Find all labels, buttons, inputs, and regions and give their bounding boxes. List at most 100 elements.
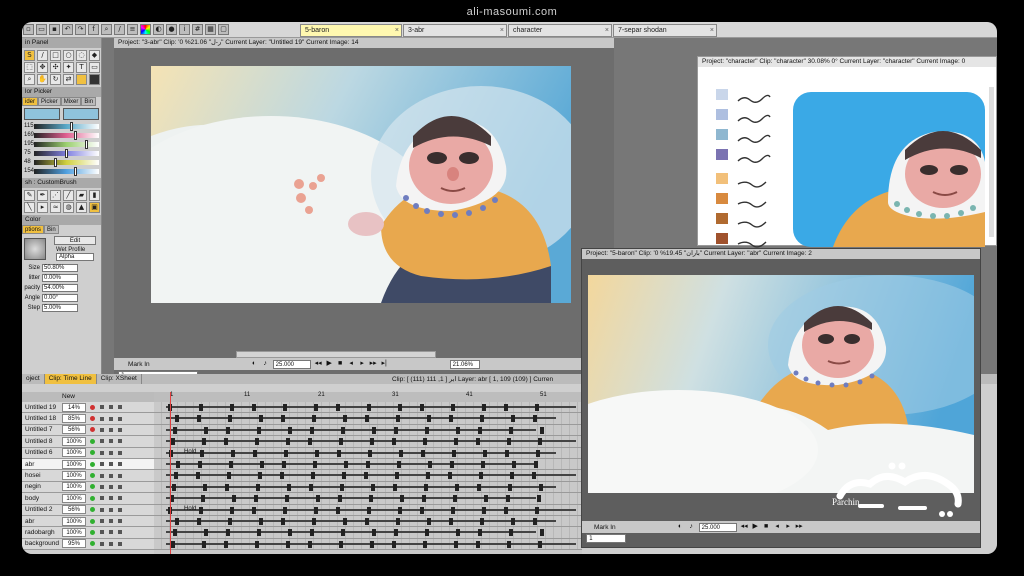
previous-color-swatch[interactable] xyxy=(63,108,99,120)
layer-stencil-icon[interactable] xyxy=(118,427,122,432)
keyframe[interactable] xyxy=(365,415,369,423)
slider-track[interactable] xyxy=(34,130,99,140)
layer-lock-icon[interactable] xyxy=(100,496,104,501)
zoom-input[interactable]: 21.06% xyxy=(449,359,480,369)
preview-next-frame-icon[interactable]: ▸ xyxy=(784,523,793,532)
keyframe[interactable] xyxy=(366,460,370,468)
keyframe[interactable] xyxy=(310,426,314,434)
color-slider[interactable]: 115 xyxy=(24,121,99,131)
layer-track[interactable] xyxy=(154,424,582,437)
reference-scrollbar[interactable] xyxy=(989,87,994,237)
layer-track[interactable] xyxy=(154,538,582,551)
keyframe[interactable] xyxy=(308,540,312,548)
frame-ruler[interactable]: 1 11 21 31 41 51 xyxy=(154,392,582,402)
color-swatch[interactable] xyxy=(716,89,728,100)
keyframe[interactable] xyxy=(199,506,203,514)
keyframe[interactable] xyxy=(313,460,317,468)
redo-icon[interactable]: ↷ xyxy=(75,24,86,35)
layer-track[interactable] xyxy=(154,413,582,425)
layer-light-icon[interactable] xyxy=(90,450,95,456)
next-frame-icon[interactable]: ▸ xyxy=(358,360,367,369)
keyframe[interactable] xyxy=(283,404,287,411)
keyframe[interactable] xyxy=(200,449,204,457)
layer-lock-icon[interactable] xyxy=(100,484,104,489)
color-slider[interactable]: 195 xyxy=(24,139,99,149)
fill-tool-icon[interactable]: ◆ xyxy=(89,50,100,61)
tab-clip-timeline[interactable]: Clip: Time Line xyxy=(44,374,97,384)
end-icon[interactable]: ▸| xyxy=(380,360,389,369)
layer-eye-icon[interactable] xyxy=(109,496,113,501)
custom-brush-icon[interactable]: ▣ xyxy=(89,202,100,213)
layer-track[interactable]: Hold xyxy=(154,504,582,516)
layer-opacity[interactable]: 95% xyxy=(62,539,86,549)
keyframe[interactable] xyxy=(395,472,399,480)
layer-row[interactable]: Untitled 8 100% xyxy=(22,436,154,448)
keyframe[interactable] xyxy=(448,472,452,480)
layer-opacity[interactable]: 100% xyxy=(62,493,86,503)
keyframe[interactable] xyxy=(425,529,429,537)
layer-light-icon[interactable] xyxy=(90,461,95,467)
keyframe[interactable] xyxy=(314,506,318,514)
color-slider[interactable]: 169 xyxy=(24,130,99,140)
layer-eye-icon[interactable] xyxy=(109,519,113,524)
keyframe[interactable] xyxy=(370,438,374,446)
keyframe[interactable] xyxy=(176,460,180,468)
keyframe[interactable] xyxy=(392,540,396,548)
table-icon[interactable]: ▦ xyxy=(205,24,216,35)
property-input[interactable]: 5.00% xyxy=(42,303,78,312)
tab-project[interactable]: oject xyxy=(22,374,45,384)
keyframe[interactable] xyxy=(506,495,510,503)
keyframe[interactable] xyxy=(203,483,207,491)
keyframe[interactable] xyxy=(398,404,402,411)
layer-lock-icon[interactable] xyxy=(100,473,104,478)
color-swatch[interactable] xyxy=(716,149,728,160)
layer-stencil-icon[interactable] xyxy=(118,496,122,501)
close-icon[interactable]: × xyxy=(710,25,714,37)
keyframe[interactable] xyxy=(456,426,460,434)
zoom-tool-icon[interactable]: ⌕ xyxy=(24,74,35,85)
keyframe[interactable] xyxy=(339,438,343,446)
keyframe[interactable] xyxy=(308,438,312,446)
keyframe[interactable] xyxy=(341,529,345,537)
keyframe[interactable] xyxy=(312,517,316,525)
keyframe[interactable] xyxy=(372,529,376,537)
layer-eye-icon[interactable] xyxy=(109,405,113,410)
keyframe[interactable] xyxy=(229,460,233,468)
keyframe[interactable] xyxy=(197,415,201,423)
line-tool-icon[interactable]: / xyxy=(37,50,48,61)
layer-opacity[interactable]: 14% xyxy=(62,402,86,412)
keyframe[interactable] xyxy=(535,404,539,411)
layer-light-icon[interactable] xyxy=(90,473,95,479)
move-tool-icon[interactable]: ✥ xyxy=(37,62,48,73)
pin-icon[interactable]: ● xyxy=(166,24,177,35)
keyframe[interactable] xyxy=(535,506,539,514)
keyframe[interactable] xyxy=(538,438,542,446)
keyframe[interactable] xyxy=(394,426,398,434)
keyframe[interactable] xyxy=(315,449,319,457)
keyframe[interactable] xyxy=(232,495,236,503)
tab-character[interactable]: character × xyxy=(508,24,612,37)
keyframe[interactable] xyxy=(397,460,401,468)
layer-stencil-icon[interactable] xyxy=(118,519,122,524)
keyframe[interactable] xyxy=(399,449,403,457)
keyframe[interactable] xyxy=(338,495,342,503)
rotate-tool-icon[interactable]: ↻ xyxy=(50,74,61,85)
keyframe[interactable] xyxy=(339,540,343,548)
keyframe[interactable] xyxy=(420,506,424,514)
keyframe[interactable] xyxy=(336,404,340,411)
keyframe[interactable] xyxy=(422,495,426,503)
layer-eye-icon[interactable] xyxy=(109,462,113,467)
layer-stencil-icon[interactable] xyxy=(118,484,122,489)
keyframe[interactable] xyxy=(344,460,348,468)
keyframe[interactable] xyxy=(480,415,484,423)
tab-7-separ-shodan[interactable]: 7-separ shodan × xyxy=(613,24,717,37)
keyframe[interactable] xyxy=(393,483,397,491)
keyframe[interactable] xyxy=(454,540,458,548)
keyframe[interactable] xyxy=(316,495,320,503)
window-icon[interactable]: ▢ xyxy=(218,24,229,35)
layer-eye-icon[interactable] xyxy=(109,439,113,444)
keyframe[interactable] xyxy=(281,517,285,525)
new-file-icon[interactable]: ▫ xyxy=(23,24,34,35)
color-wheel-icon[interactable] xyxy=(140,24,151,35)
keyframe[interactable] xyxy=(426,472,430,480)
